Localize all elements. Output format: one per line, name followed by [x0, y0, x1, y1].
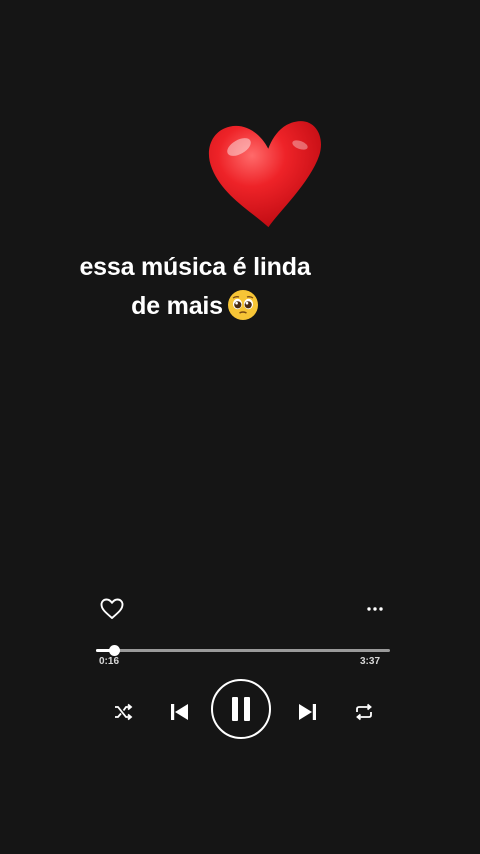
progress-knob[interactable]: [108, 645, 120, 656]
more-options-button[interactable]: [362, 598, 388, 620]
progress-bar[interactable]: [96, 645, 390, 656]
total-time: 3:37: [359, 656, 380, 667]
caption-line-2: de mais: [131, 292, 223, 320]
next-button[interactable]: [293, 697, 323, 727]
shuffle-icon: [115, 703, 133, 721]
shuffle-button[interactable]: [109, 698, 137, 726]
caption-line-1: essa música é linda: [79, 253, 311, 281]
play-pause-button[interactable]: [211, 679, 271, 739]
skip-next-icon: [299, 704, 316, 720]
repeat-icon: [356, 703, 372, 721]
repeat-button[interactable]: [350, 698, 378, 726]
caption-line-2-wrap: de mais: [0, 287, 390, 326]
skip-previous-icon: [171, 704, 188, 720]
elapsed-time: 0:16: [99, 656, 120, 667]
pleading-face-emoji: [227, 290, 258, 320]
like-button[interactable]: [99, 597, 125, 621]
more-dots-icon: [367, 607, 383, 611]
pause-icon: [232, 697, 250, 721]
heart-outline-icon: [100, 598, 124, 619]
caption-text: essa música é linda de mais: [0, 248, 390, 326]
red-heart-emoji: [208, 121, 321, 228]
previous-button[interactable]: [164, 697, 194, 727]
